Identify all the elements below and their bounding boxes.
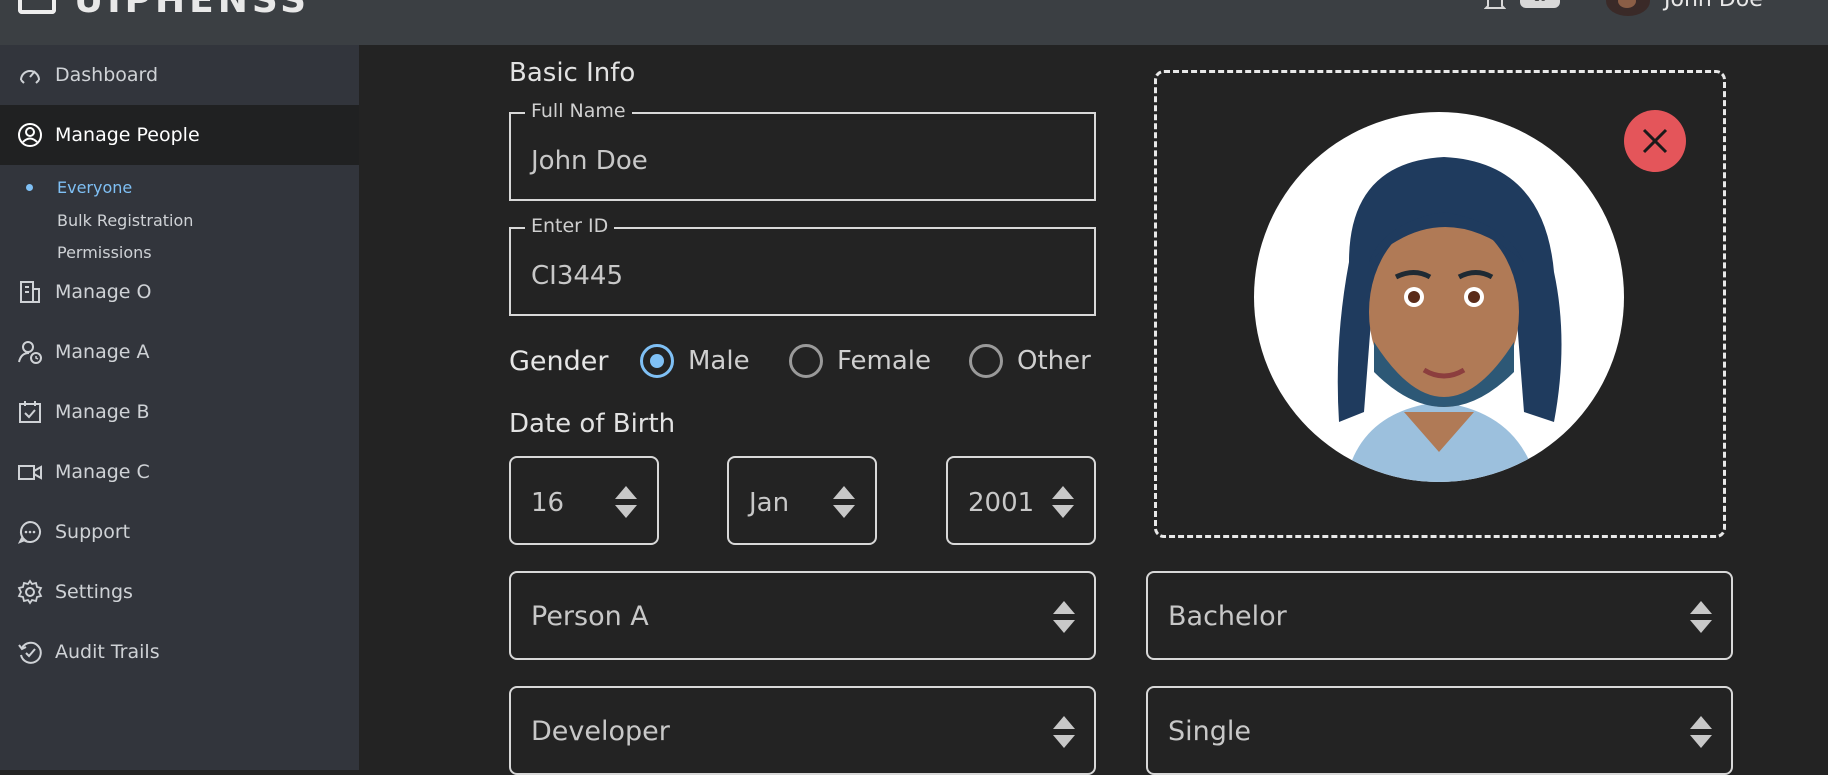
education-select-value: Bachelor <box>1168 601 1287 632</box>
sidebar-item-manage-people[interactable]: Manage People <box>0 105 359 165</box>
education-select[interactable]: Bachelor <box>1146 571 1733 660</box>
logo-text: UIPHENSS <box>74 0 311 21</box>
up-down-arrows-icon <box>1053 601 1075 633</box>
radio-unselected-icon[interactable] <box>969 344 1003 378</box>
radio-selected-icon[interactable] <box>640 344 674 378</box>
manager-select[interactable]: Person A <box>509 571 1096 660</box>
sidebar-item-label: Manage C <box>55 461 150 483</box>
up-down-arrows-icon <box>1690 716 1712 748</box>
logo-mark-icon <box>18 0 56 14</box>
marital-status-select[interactable]: Single <box>1146 686 1733 775</box>
full-name-value: John Doe <box>531 146 648 176</box>
sidebar-item-label: Dashboard <box>55 64 159 86</box>
section-title-basic-info: Basic Info <box>509 58 636 88</box>
radio-label: Female <box>837 346 932 376</box>
up-down-arrows-icon[interactable] <box>615 486 637 518</box>
sidebar-item-dashboard[interactable]: Dashboard <box>0 45 359 105</box>
up-down-arrows-icon[interactable] <box>833 486 855 518</box>
radio-label: Other <box>1017 346 1091 376</box>
sidebar-subitem-everyone[interactable]: Everyone <box>57 178 132 197</box>
chat-bubble-icon <box>16 518 44 546</box>
radio-label: Male <box>688 346 750 376</box>
active-indicator-dot <box>26 184 33 191</box>
history-icon <box>16 638 44 666</box>
full-name-field[interactable]: Full Name John Doe <box>509 100 1096 201</box>
gear-icon <box>16 578 44 606</box>
sidebar-item-audit-trails[interactable]: Audit Trails <box>0 622 359 682</box>
sidebar-item-label: Manage People <box>55 124 200 146</box>
remove-photo-button[interactable] <box>1624 110 1686 172</box>
sidebar-subitem-permissions[interactable]: Permissions <box>57 243 152 262</box>
enter-id-value: CI3445 <box>531 261 623 291</box>
dob-month-value: Jan <box>749 488 790 518</box>
dob-day-value: 16 <box>531 488 565 518</box>
enter-id-field[interactable]: Enter ID CI3445 <box>509 215 1096 316</box>
dob-month-stepper[interactable]: Jan <box>727 456 877 545</box>
sidebar-item-manage-o[interactable]: Manage O <box>0 262 359 322</box>
top-bar: UIPHENSS 10 John Doe <box>0 0 1828 45</box>
up-down-arrows-icon <box>1053 716 1075 748</box>
sidebar-item-manage-b[interactable]: Manage B <box>0 382 359 442</box>
sidebar-item-label: Manage O <box>55 281 152 303</box>
notification-badge: 10 <box>1520 0 1560 8</box>
gender-radio-female[interactable]: Female <box>789 344 931 378</box>
sidebar-item-manage-a[interactable]: Manage A <box>0 322 359 382</box>
up-down-arrows-icon[interactable] <box>1052 486 1074 518</box>
dob-day-stepper[interactable]: 16 <box>509 456 659 545</box>
calendar-check-icon <box>16 398 44 426</box>
role-select[interactable]: Developer <box>509 686 1096 775</box>
user-clock-icon <box>16 338 44 366</box>
bell-icon[interactable] <box>1484 0 1506 12</box>
sidebar-item-label: Audit Trails <box>55 641 160 663</box>
user-name[interactable]: John Doe <box>1664 0 1763 12</box>
speedometer-icon <box>16 61 44 89</box>
sidebar-subitem-bulk-registration[interactable]: Bulk Registration <box>57 211 193 230</box>
video-camera-icon <box>16 458 44 486</box>
user-circle-icon <box>16 121 44 149</box>
profile-photo <box>1254 112 1624 482</box>
dob-year-value: 2001 <box>968 488 1035 518</box>
close-icon <box>1642 128 1668 154</box>
sidebar-item-support[interactable]: Support <box>0 502 359 562</box>
sidebar-item-label: Settings <box>55 581 133 603</box>
gender-radio-other[interactable]: Other <box>969 344 1091 378</box>
up-down-arrows-icon <box>1690 601 1712 633</box>
sidebar-item-label: Support <box>55 521 131 543</box>
role-select-value: Developer <box>531 716 670 747</box>
sidebar-item-manage-c[interactable]: Manage C <box>0 442 359 502</box>
radio-unselected-icon[interactable] <box>789 344 823 378</box>
dob-label: Date of Birth <box>509 409 676 439</box>
enter-id-label: Enter ID <box>525 215 615 237</box>
dob-year-stepper[interactable]: 2001 <box>946 456 1096 545</box>
sidebar-item-settings[interactable]: Settings <box>0 562 359 622</box>
gender-label: Gender <box>509 346 609 377</box>
user-avatar[interactable] <box>1606 0 1650 16</box>
gender-radio-male[interactable]: Male <box>640 344 750 378</box>
full-name-label: Full Name <box>525 100 632 122</box>
manager-select-value: Person A <box>531 601 649 632</box>
sidebar-item-label: Manage A <box>55 341 150 363</box>
building-icon <box>16 278 44 306</box>
marital-status-select-value: Single <box>1168 716 1252 747</box>
sidebar-item-label: Manage B <box>55 401 150 423</box>
